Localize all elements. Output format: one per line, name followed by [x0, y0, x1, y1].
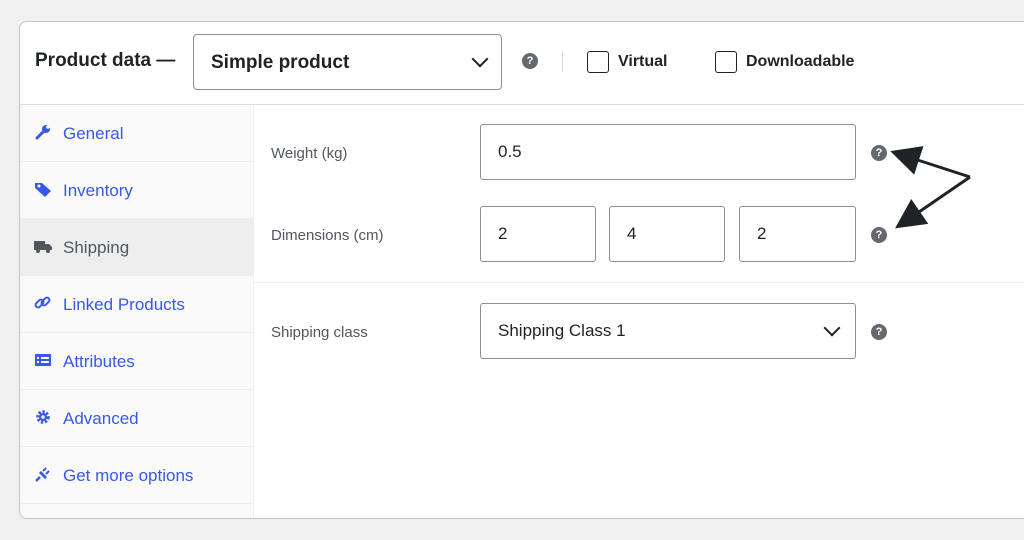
tab-label: Shipping	[63, 238, 130, 257]
tab-label: Attributes	[63, 352, 135, 371]
downloadable-checkbox[interactable]	[715, 51, 737, 73]
product-type-value: Simple product	[211, 52, 350, 73]
tab-attributes[interactable]: Attributes	[20, 333, 253, 390]
tab-advanced[interactable]: Advanced	[20, 390, 253, 447]
weight-input[interactable]: 0.5	[480, 124, 856, 180]
wrench-icon	[35, 125, 50, 140]
downloadable-label: Downloadable	[746, 53, 855, 70]
tab-general[interactable]: General	[20, 105, 253, 162]
product-data-tabs: General Inventory Shipping Linked Produc…	[20, 105, 254, 518]
question-circle-icon[interactable]: ?	[871, 324, 887, 340]
tab-shipping[interactable]: Shipping	[20, 219, 253, 276]
product-data-header: Product data — Simple product ? Virtual …	[20, 22, 1024, 105]
section-divider	[254, 282, 1024, 283]
tab-label: General	[63, 124, 124, 143]
shipping-class-value: Shipping Class 1	[498, 321, 626, 340]
virtual-label: Virtual	[618, 53, 668, 70]
product-data-panel: Product data — Simple product ? Virtual …	[19, 21, 1024, 519]
product-data-title: Product data —	[35, 50, 176, 71]
tab-label: Linked Products	[63, 295, 185, 314]
height-input[interactable]: 2	[739, 206, 856, 262]
annotation-arrows	[890, 146, 971, 229]
tab-inventory[interactable]: Inventory	[20, 162, 253, 219]
chevron-down-icon	[471, 50, 489, 68]
header-divider	[562, 52, 563, 72]
tab-label: Get more options	[63, 466, 194, 485]
length-input[interactable]: 2	[480, 206, 596, 262]
shipping-class-label: Shipping class	[271, 324, 368, 341]
plug-icon	[35, 467, 50, 482]
product-type-select[interactable]: Simple product	[193, 34, 502, 90]
tab-label: Advanced	[63, 409, 139, 428]
truck-icon	[34, 241, 52, 253]
shipping-class-select[interactable]: Shipping Class 1	[480, 303, 856, 359]
virtual-checkbox[interactable]	[587, 51, 609, 73]
tab-label: Inventory	[63, 181, 133, 200]
list-icon	[35, 354, 51, 366]
tab-get-more-options[interactable]: Get more options	[20, 447, 253, 504]
width-input[interactable]: 4	[609, 206, 725, 262]
tab-linked-products[interactable]: Linked Products	[20, 276, 253, 333]
question-circle-icon[interactable]: ?	[522, 53, 538, 69]
dimensions-label: Dimensions (cm)	[271, 227, 384, 244]
weight-label: Weight (kg)	[271, 145, 348, 162]
tag-icon	[35, 183, 51, 197]
gear-icon	[36, 410, 50, 424]
link-icon	[34, 296, 51, 309]
chevron-down-icon	[823, 319, 841, 337]
